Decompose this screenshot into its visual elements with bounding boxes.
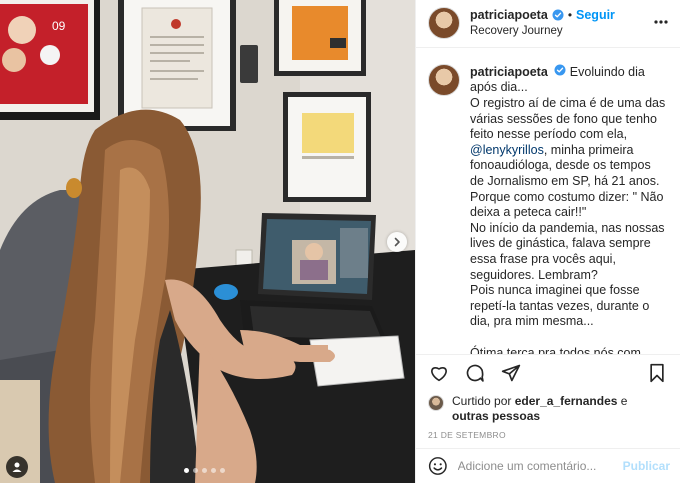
caption-line-1: patriciapoeta Evoluindo dia após dia... — [470, 64, 668, 96]
verified-badge-icon — [552, 9, 564, 21]
caption-block: patriciapoeta Evoluindo dia após dia... … — [416, 48, 680, 354]
other-likers-link[interactable]: outras pessoas — [452, 409, 540, 423]
caption-line-5: Pois nunca imaginei que fosse repetí-la … — [470, 283, 650, 329]
avatar[interactable] — [428, 7, 460, 40]
comment-input[interactable] — [457, 458, 613, 473]
comment-bubble-icon — [466, 364, 484, 382]
header-separator: • — [567, 8, 573, 23]
bookmark-icon — [650, 363, 664, 382]
caption-line-4: No início da pandemia, nas nossas lives … — [470, 220, 665, 282]
liker-username[interactable]: eder_a_fernandes — [515, 394, 618, 408]
caption-username[interactable]: patriciapoeta — [470, 65, 548, 79]
post-date[interactable]: 21 DE SETEMBRO — [416, 424, 680, 448]
post-photo[interactable]: 09 — [0, 0, 415, 483]
header-user-row: patriciapoeta • Seguir — [470, 7, 615, 23]
photo-scene: 09 — [0, 0, 415, 483]
carousel-dot — [202, 468, 207, 473]
location-link[interactable]: Recovery Journey — [470, 23, 615, 39]
carousel-dot — [211, 468, 216, 473]
mention-link[interactable]: @lenykyrillos — [470, 143, 544, 157]
post-side-panel: patriciapoeta • Seguir Recovery Journey — [415, 0, 680, 483]
likes-prefix: Curtido por — [452, 393, 512, 408]
caption-spacer — [470, 330, 668, 346]
header-username[interactable]: patriciapoeta — [470, 7, 548, 23]
carousel-dot — [220, 468, 225, 473]
liker-avatar[interactable] — [428, 394, 444, 411]
comment-composer: Publicar — [416, 447, 680, 483]
likes-text: Curtido por eder_a_fernandes e outras pe… — [452, 394, 627, 424]
likes-summary: Curtido por eder_a_fernandes e outras pe… — [416, 390, 680, 424]
caption-text: patriciapoeta Evoluindo dia após dia... … — [470, 64, 668, 354]
header-info: patriciapoeta • Seguir Recovery Journey — [470, 7, 615, 39]
caption-avatar[interactable] — [428, 63, 460, 96]
caption-paragraph: O registro aí de cima é de uma das vária… — [470, 96, 666, 142]
like-button[interactable] — [428, 362, 450, 384]
paper-plane-icon — [501, 364, 521, 381]
likes-conjunction: e — [620, 393, 628, 408]
share-button[interactable] — [500, 362, 522, 384]
svg-text:09: 09 — [52, 19, 66, 33]
save-button[interactable] — [646, 362, 668, 384]
caption-line-2: O registro aí de cima é de uma das vária… — [470, 96, 668, 190]
follow-button[interactable]: Seguir — [576, 7, 615, 23]
caption-closing: Ótima terça pra todos nós com energia, f… — [470, 345, 641, 355]
tagged-users-button[interactable] — [6, 456, 28, 478]
chevron-right-icon — [394, 237, 400, 247]
carousel-dot — [193, 468, 198, 473]
next-slide-button[interactable] — [387, 232, 407, 252]
verified-badge-icon — [554, 64, 566, 76]
action-bar — [416, 354, 680, 389]
carousel-indicator — [184, 468, 225, 473]
emoji-icon[interactable] — [428, 456, 448, 476]
instagram-post-modal: 09 patriciapoeta • Seguir Recovery Journ… — [0, 0, 680, 483]
post-header: patriciapoeta • Seguir Recovery Journey — [416, 0, 680, 48]
carousel-dot — [184, 468, 189, 473]
publish-button[interactable]: Publicar — [623, 459, 670, 473]
heart-icon — [431, 366, 447, 381]
more-options-icon[interactable] — [654, 20, 668, 24]
mention-suffix: , — [543, 142, 548, 157]
caption-line-3: Porque como costumo dizer: " Não deixa a… — [470, 189, 664, 220]
user-tag-icon — [12, 462, 22, 472]
comment-button[interactable] — [464, 362, 486, 384]
caption-line-6: Ótima terça pra todos nós com energia, f… — [470, 346, 668, 355]
